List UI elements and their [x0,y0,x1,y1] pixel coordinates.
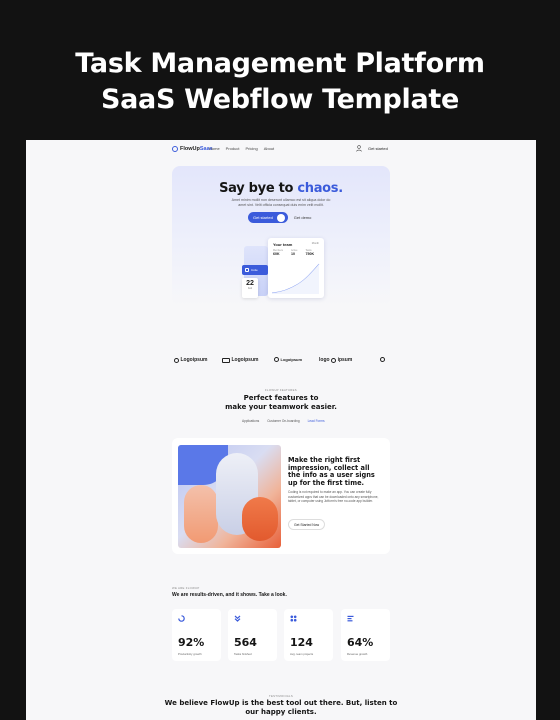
feature-card-body: Coding is not required to make an app. Y… [288,490,379,503]
date-card: 22 Feb [242,278,258,298]
mockup-stats: Members 60K Active 10 Tasks 750K [273,249,314,256]
top-nav: FlowUp Saas Home Product Pricing About Ge… [26,144,536,158]
features-title-line2: make your teamwork easier. [225,403,337,411]
get-started-now-button[interactable]: Get Started Now [288,519,326,530]
promo-title-line1: Task Management Platform [75,48,485,79]
mockup-stat: Members 60K [273,249,283,256]
stat-value: 64% [347,636,374,649]
stat-label: Productivity growth [178,652,202,656]
stats-row: 92% Productivity growth 564 Tasks finish… [172,609,390,661]
results-title: We are results-driven, and it shows. Tak… [172,592,287,598]
invite-badge-label: Invite [251,268,258,272]
results-eyebrow: WE ARE FLOWUP [172,586,200,590]
hero-headline: Say bye to chaos. [172,181,390,196]
client-logo [380,357,385,362]
stat-value: 92% [178,636,205,649]
client-logo-text: logo [319,357,330,363]
hero-get-demo-button[interactable]: Get demo [294,215,312,220]
testimonials-eyebrow: TESTIMONIALS [268,694,294,698]
testimonials-title: We believe FlowUp is the best tool out t… [26,699,536,717]
dashboard-mockup-card: Your team Month Members 60K Active 10 Ta… [268,238,324,298]
arrow-circle-icon [276,213,285,222]
client-logo-text: Logoipsum [231,357,259,363]
logo-mark-icon [274,357,279,362]
logo-mark-icon [380,357,385,362]
feature-illustration [178,445,281,548]
logo-strip: Logoipsum Logoipsum Logoipsum logo ipsum [174,357,386,367]
hero-get-started-button[interactable]: Get started [248,212,288,223]
mockup-title: Your team [273,242,293,247]
mockup-stat-value: 750K [305,252,315,256]
hero-headline-text: Say bye to [219,181,298,196]
client-logo: Logoipsum [222,357,258,363]
stat-value: 564 [234,636,257,649]
feature-card-headline: Make the right first impression, collect… [288,456,375,487]
hero-subtitle-line2: amet sint. Velit officia consequat duis … [238,203,324,207]
mockup-stat-value: 10 [290,252,295,256]
brand-logo[interactable]: FlowUp Saas [172,146,213,152]
logo-mark-icon [222,357,230,363]
stat-card: 124 Avg. team projects [284,609,333,661]
stat-value: 124 [290,636,313,649]
hero-headline-accent: chaos. [297,181,343,196]
nav-link-pricing[interactable]: Pricing [245,146,257,151]
feature-card: Make the right first impression, collect… [172,438,390,554]
promo-title-line2: SaaS Webflow Template [100,84,460,115]
mockup-stat: Active 10 [291,249,298,256]
testimonials-title-line1: We believe FlowUp is the best tool out t… [164,699,398,707]
grid-icon [290,615,297,622]
features-title-line1: Perfect features to [243,394,319,402]
spinner-icon [178,615,185,622]
client-logo-text: Logoipsum [180,357,208,363]
features-eyebrow: FLOWUP FEATURES [265,388,297,392]
hero-get-started-label: Get started [253,215,273,220]
stat-label: Tasks finished [234,652,252,656]
nav-link-home[interactable]: Home [209,146,220,151]
stat-card: 64% Revenue growth [341,609,390,661]
brand-name: FlowUp [180,146,200,152]
stat-card: 564 Tasks finished [228,609,277,661]
client-logo: Logoipsum [174,357,207,363]
user-icon[interactable] [356,145,362,152]
nav-get-started-link[interactable]: Get started [368,146,388,151]
hero-section: Say bye to chaos. Amet minim mollit non … [172,166,390,306]
stat-label: Avg. team projects [290,652,314,656]
date-card-day: 22 [246,280,254,287]
nav-link-about[interactable]: About [264,146,274,151]
nav-links: Home Product Pricing About [209,146,274,151]
client-logo-text: ipsum [337,357,353,363]
abstract-shape [242,497,278,541]
stat-card: 92% Productivity growth [172,609,221,661]
invite-badge: Invite [242,265,268,275]
abstract-shape [184,485,218,543]
logo-mark-icon [174,357,179,363]
hero-subtitle: Amet minim mollit non deserunt ullamco e… [220,198,342,208]
tab-customer-onboarding[interactable]: Customer On-boarding [267,419,299,423]
hero-buttons: Get started Get demo [248,212,311,223]
client-logo: logo ipsum [319,357,352,363]
promo-title: Task Management Platform SaaS Webflow Te… [0,46,560,118]
logo-mark-icon [331,357,337,363]
testimonials-title-line2: our happy clients. [245,708,317,716]
template-preview: FlowUp Saas Home Product Pricing About Ge… [26,140,536,720]
features-title: Perfect features to make your teamwork e… [26,394,536,412]
chevrons-down-icon [234,615,241,622]
date-card-month: Feb [247,287,253,290]
client-logo: Logoipsum [274,357,302,362]
brand-mark-icon [172,146,178,152]
tab-applications[interactable]: Applications [242,419,259,423]
lines-icon [347,615,354,622]
stat-label: Revenue growth [347,652,368,656]
client-logo-text: Logoipsum [280,357,303,362]
tab-lead-forms[interactable]: Lead Forms [308,419,325,423]
feature-tabs: Applications Customer On-boarding Lead F… [242,419,325,423]
mockup-stat-value: 60K [273,252,280,256]
mockup-stat: Tasks 750K [305,249,314,256]
mockup-period-select: Month [311,242,319,245]
mockup-line-chart [272,263,320,294]
user-plus-icon [245,268,249,272]
nav-link-product[interactable]: Product [226,146,240,151]
